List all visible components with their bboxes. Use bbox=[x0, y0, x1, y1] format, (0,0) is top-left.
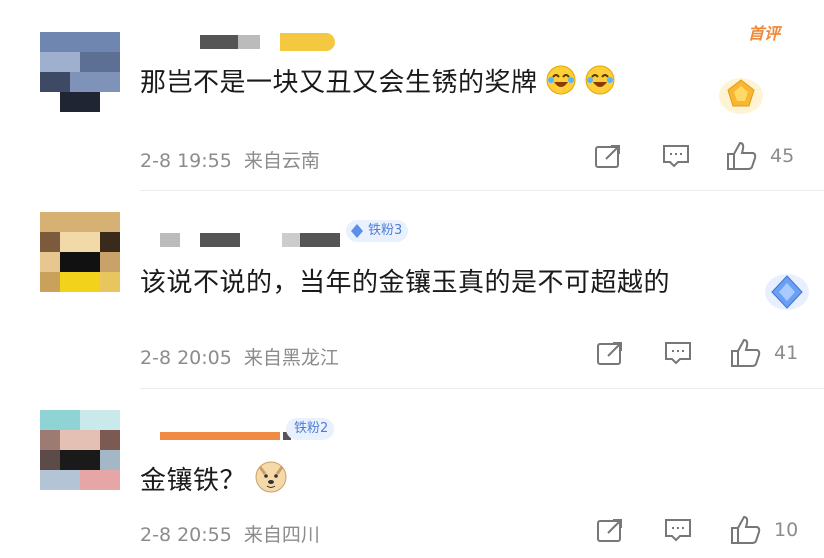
avatar[interactable] bbox=[40, 32, 120, 112]
like-count: 41 bbox=[774, 342, 799, 364]
laughing-crying-emoji bbox=[585, 65, 615, 102]
comment-meta: 2-8 20:05 来自黑龙江 bbox=[140, 343, 339, 370]
doge-emoji bbox=[255, 461, 287, 500]
comment-date: 2-8 20:55 bbox=[140, 524, 232, 546]
comment-location: 来自黑龙江 bbox=[243, 347, 339, 369]
comment-meta: 2-8 19:55 来自云南 bbox=[140, 146, 320, 173]
comment-text: 金镶铁？ bbox=[140, 460, 287, 500]
comment-text: 那岂不是一块又丑又会生锈的奖牌 bbox=[140, 62, 615, 102]
username-redacted[interactable] bbox=[160, 233, 180, 247]
like-count: 45 bbox=[770, 145, 795, 167]
share-icon[interactable] bbox=[596, 340, 624, 370]
thumbs-up-icon[interactable] bbox=[730, 515, 762, 549]
fan-badge-label: 铁粉2 bbox=[294, 421, 329, 436]
thumbs-up-icon[interactable] bbox=[726, 141, 758, 175]
like-count: 10 bbox=[774, 519, 799, 541]
divider bbox=[140, 388, 824, 389]
laughing-crying-emoji bbox=[546, 65, 576, 102]
thumbs-up-icon[interactable] bbox=[730, 338, 762, 372]
comment-icon[interactable] bbox=[662, 143, 690, 173]
username-redacted bbox=[280, 33, 335, 51]
comment-location: 来自四川 bbox=[243, 524, 320, 546]
comment-body: 该说不说的，当年的金镶玉真的是不可超越的 bbox=[140, 268, 671, 298]
avatar[interactable] bbox=[40, 410, 120, 490]
comment-text: 该说不说的，当年的金镶玉真的是不可超越的 bbox=[140, 262, 670, 299]
username-redacted[interactable] bbox=[160, 432, 280, 440]
comment-icon[interactable] bbox=[664, 517, 692, 547]
divider bbox=[140, 190, 824, 191]
username-redacted bbox=[300, 233, 340, 247]
comment-location: 来自云南 bbox=[243, 150, 320, 172]
avatar[interactable] bbox=[40, 212, 120, 292]
comment-icon[interactable] bbox=[664, 340, 692, 370]
username-redacted bbox=[200, 233, 240, 247]
diamond-medal-icon bbox=[762, 270, 812, 318]
username-redacted bbox=[238, 35, 260, 49]
comment-date: 2-8 19:55 bbox=[140, 150, 232, 172]
diamond-icon bbox=[350, 223, 364, 247]
comment-body: 那岂不是一块又丑又会生锈的奖牌 bbox=[140, 68, 538, 98]
first-comment-tag: 首评 bbox=[748, 24, 781, 43]
share-icon[interactable] bbox=[596, 517, 624, 547]
fan-badge: 铁粉3 bbox=[346, 220, 409, 242]
fan-badge-label: 铁粉3 bbox=[368, 223, 403, 238]
fan-badge: 铁粉2 bbox=[286, 418, 335, 440]
gold-medal-icon bbox=[716, 72, 766, 120]
comment-date: 2-8 20:05 bbox=[140, 347, 232, 369]
comment-body: 金镶铁？ bbox=[140, 466, 247, 496]
share-icon[interactable] bbox=[594, 143, 622, 173]
comment-meta: 2-8 20:55 来自四川 bbox=[140, 520, 320, 547]
